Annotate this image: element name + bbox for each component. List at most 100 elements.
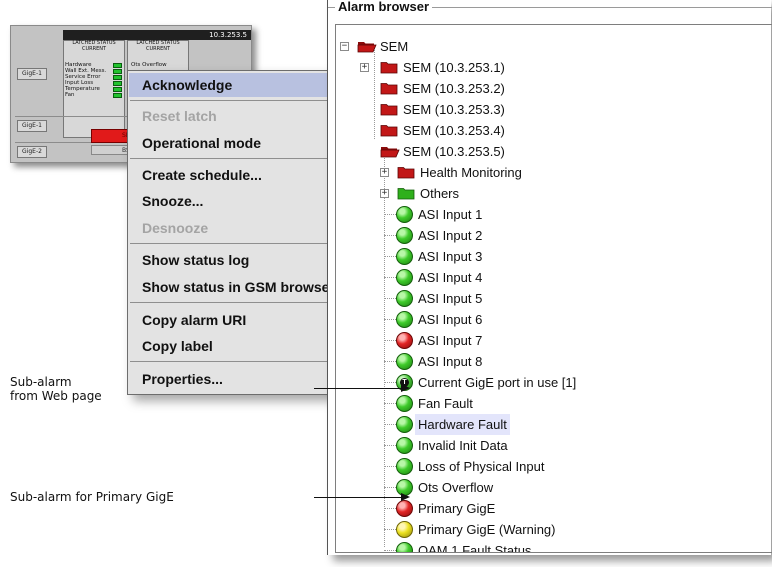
expand-toggle-icon[interactable]: + — [360, 63, 369, 72]
thumb-row-labels: Hardware Wall Ext. Mess. Service Error I… — [65, 62, 106, 98]
tree-connector — [384, 508, 396, 509]
green-status-icon — [396, 416, 413, 433]
tree-node-label: SEM (10.3.253.3) — [403, 102, 505, 117]
red-status-icon — [396, 500, 413, 517]
green-status-icon — [396, 227, 413, 244]
annotation-leader-line — [314, 497, 408, 498]
tree-node-label: QAM 1 Fault Status — [418, 543, 532, 553]
tree-node-label: ASI Input 6 — [418, 312, 483, 327]
folder-open-icon — [380, 145, 400, 158]
menu-item-label: Operational mode — [142, 135, 262, 151]
thumb-led — [113, 93, 122, 98]
tree-connector — [384, 487, 396, 488]
expand-toggle-icon[interactable]: + — [380, 168, 389, 177]
yellow-status-icon — [396, 521, 413, 538]
tree-node-label: ASI Input 4 — [418, 270, 483, 285]
tree-connector — [374, 47, 375, 139]
thumb-col-header-1-sub: CURRENT — [81, 46, 107, 52]
folder-open-icon — [357, 40, 377, 53]
annotation-line: from Web page — [10, 389, 102, 403]
tree-connector — [384, 235, 396, 236]
green-status-icon — [396, 290, 413, 307]
tree-connector — [384, 403, 396, 404]
alarm-browser-panel: Alarm browser − SEM + SEM (10.3.253.1) S… — [327, 0, 772, 555]
thumb-gige-label: GigE-1 — [17, 68, 47, 80]
green-status-icon — [396, 353, 413, 370]
tree-connector — [384, 550, 396, 551]
green-status-icon — [396, 458, 413, 475]
tree-connector — [384, 466, 396, 467]
folder-closed-icon — [380, 103, 400, 116]
thumb-led — [113, 81, 122, 86]
tree-node-label: Current GigE port in use [1] — [418, 375, 577, 390]
folder-closed-red-icon — [397, 166, 417, 179]
arrow-head-icon — [401, 384, 410, 392]
thumb-led — [113, 69, 122, 74]
thumb-gige-label: GigE-1 — [17, 120, 47, 132]
tree-connector — [384, 340, 396, 341]
tree-connector — [384, 298, 396, 299]
alarm-tree[interactable]: − SEM + SEM (10.3.253.1) SEM (10.3.253.2… — [335, 24, 772, 553]
tree-node-label: ASI Input 1 — [418, 207, 483, 222]
green-status-icon — [396, 437, 413, 454]
thumb-row-label: Fan — [65, 92, 75, 98]
green-status-icon — [396, 269, 413, 286]
green-status-icon — [396, 395, 413, 412]
annotation-leader-line — [314, 388, 408, 389]
tree-connector — [384, 361, 396, 362]
tree-node-label: Fan Fault — [418, 396, 473, 411]
folder-closed-green-icon — [397, 187, 417, 200]
green-status-icon — [396, 206, 413, 223]
green-status-icon — [396, 248, 413, 265]
tree-connector — [384, 445, 396, 446]
tree-node-label: ASI Input 3 — [418, 249, 483, 264]
tree-connector — [384, 424, 396, 425]
tree-node-label: ASI Input 5 — [418, 291, 483, 306]
tree-connector — [384, 214, 396, 215]
tree-node-label: Primary GigE (Warning) — [418, 522, 556, 537]
arrow-head-icon — [401, 493, 410, 501]
tree-connector — [384, 529, 396, 530]
thumb-col-header-1: LATCHED STATUS CURRENT — [65, 40, 123, 52]
thumb-right-row: Ots Overflow — [131, 62, 167, 68]
folder-closed-icon — [380, 61, 400, 74]
thumb-led — [113, 75, 122, 80]
collapse-toggle-icon[interactable]: − — [340, 42, 349, 51]
annotation-sub-alarm-web: Sub-alarm from Web page — [10, 375, 102, 403]
annotation-sub-alarm-primary-gige: Sub-alarm for Primary GigE — [10, 490, 174, 504]
folder-closed-icon — [380, 82, 400, 95]
folder-closed-icon — [380, 124, 400, 137]
red-status-icon — [396, 332, 413, 349]
tree-node-label: SEM (10.3.253.1) — [403, 60, 505, 75]
annotation-line: Sub-alarm — [10, 375, 72, 389]
tree-node-label: SEM — [380, 39, 409, 54]
thumb-gige-label: GigE-2 — [17, 146, 47, 158]
thumb-led — [113, 63, 122, 68]
tree-connector — [384, 319, 396, 320]
tree-node-label: ASI Input 7 — [418, 333, 483, 348]
tree-node-label: ASI Input 2 — [418, 228, 483, 243]
green-status-icon — [396, 542, 413, 552]
tree-node-label-hovered: Hardware Fault — [415, 414, 510, 435]
tree-connector — [384, 256, 396, 257]
tree-node-label: Primary GigE — [418, 501, 496, 516]
tree-node-label: ASI Input 8 — [418, 354, 483, 369]
tree-node-label: SEM (10.3.253.5) — [403, 144, 505, 159]
tree-node-label: SEM (10.3.253.2) — [403, 81, 505, 96]
thumb-col-header-2-sub: CURRENT — [145, 46, 171, 52]
tree-node-label: Health Monitoring — [420, 165, 522, 180]
tree-node-label: Loss of Physical Input — [418, 459, 545, 474]
alarm-browser-title: Alarm browser — [335, 0, 433, 14]
tree-node-label: SEM (10.3.253.4) — [403, 123, 505, 138]
alarm-browser-legend: Alarm browser — [328, 0, 772, 26]
tree-connector — [384, 382, 396, 383]
thumb-col-header-2: LATCHED STATUS CURRENT — [129, 40, 187, 52]
tree-node-label: Invalid Init Data — [418, 438, 508, 453]
tree-connector — [384, 277, 396, 278]
expand-toggle-icon[interactable]: + — [380, 189, 389, 198]
thumb-ip-header: 10.3.253.5 — [63, 30, 251, 40]
thumb-led — [113, 87, 122, 92]
green-status-icon — [396, 311, 413, 328]
tree-node-label: Ots Overflow — [418, 480, 494, 495]
tree-node-label: Others — [420, 186, 460, 201]
